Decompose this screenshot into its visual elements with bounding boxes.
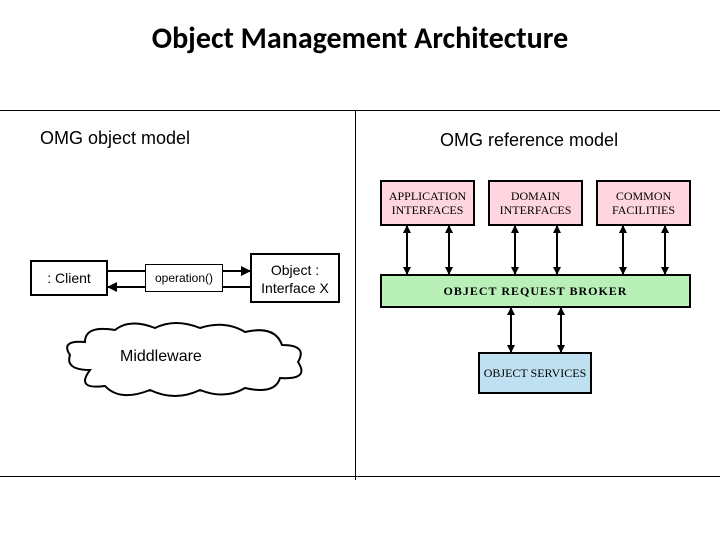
reference-model-canvas: APPLICATION INTERFACES DOMAIN INTERFACES… — [370, 180, 705, 440]
client-box: : Client — [30, 260, 108, 296]
orb-box: OBJECT REQUEST BROKER — [380, 274, 691, 308]
connector-arrow — [514, 226, 516, 274]
object-services-box: OBJECT SERVICES — [478, 352, 592, 394]
interface-box: Object : Interface X — [250, 253, 340, 303]
interface-line2: Interface X — [261, 280, 329, 296]
interface-line1: Object : — [271, 262, 319, 278]
connector-arrow — [510, 308, 512, 352]
connector-arrow — [622, 226, 624, 274]
connector-arrow — [560, 308, 562, 352]
left-heading: OMG object model — [40, 128, 190, 149]
middleware-label: Middleware — [120, 348, 202, 366]
connector-arrow — [664, 226, 666, 274]
common-facilities-box: COMMON FACILITIES — [596, 180, 691, 226]
connector-arrow — [406, 226, 408, 274]
vertical-divider — [355, 110, 356, 480]
page-title: Object Management Architecture — [0, 20, 720, 57]
domain-interfaces-box: DOMAIN INTERFACES — [488, 180, 583, 226]
operation-label: operation() — [145, 264, 223, 292]
connector-arrow — [556, 226, 558, 274]
divider-bottom — [0, 476, 720, 477]
divider-top — [0, 110, 720, 111]
connector-arrow — [448, 226, 450, 274]
app-interfaces-box: APPLICATION INTERFACES — [380, 180, 475, 226]
right-heading: OMG reference model — [440, 130, 618, 151]
